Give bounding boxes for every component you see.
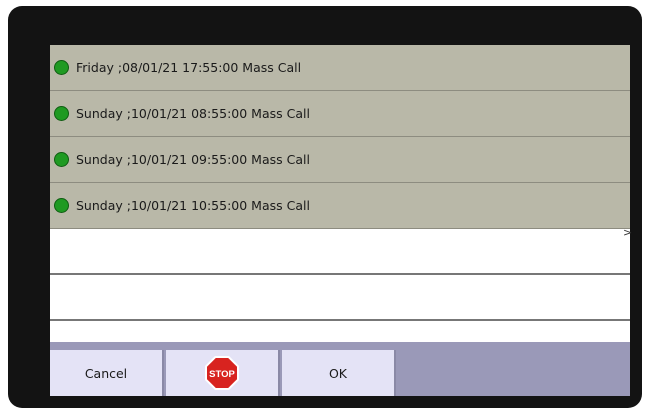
stop-button[interactable]: STOP [166,350,280,396]
event-label: Sunday ;10/01/21 09:55:00 Mass Call [76,152,310,167]
empty-list-item[interactable] [50,275,630,321]
event-label: Friday ;08/01/21 17:55:00 Mass Call [76,60,302,75]
event-label: Sunday ;10/01/21 08:55:00 Mass Call [76,106,310,121]
scroll-arrow-icon[interactable]: > [623,227,632,238]
button-bar: Cancel STOP OK [50,342,630,396]
list-item[interactable]: Sunday ;10/01/21 09:55:00 Mass Call [50,137,630,183]
ok-button[interactable]: OK [282,350,396,396]
empty-list-item[interactable] [50,321,630,333]
status-dot-icon [54,60,69,75]
list-item[interactable]: Sunday ;10/01/21 08:55:00 Mass Call [50,91,630,137]
event-label: Sunday ;10/01/21 10:55:00 Mass Call [76,198,310,213]
status-dot-icon [54,152,69,167]
event-list: Friday ;08/01/21 17:55:00 Mass Call Sund… [50,45,630,333]
list-item[interactable]: Sunday ;10/01/21 10:55:00 Mass Call [50,183,630,229]
stop-sign-icon: STOP [205,356,239,390]
device-bezel: Friday ;08/01/21 17:55:00 Mass Call Sund… [8,6,642,408]
touch-screen: Friday ;08/01/21 17:55:00 Mass Call Sund… [50,45,630,396]
status-dot-icon [54,106,69,121]
status-dot-icon [54,198,69,213]
stop-sign-text: STOP [209,369,235,380]
cancel-button[interactable]: Cancel [50,350,164,396]
list-item[interactable]: Friday ;08/01/21 17:55:00 Mass Call [50,45,630,91]
empty-list-item[interactable] [50,229,630,275]
